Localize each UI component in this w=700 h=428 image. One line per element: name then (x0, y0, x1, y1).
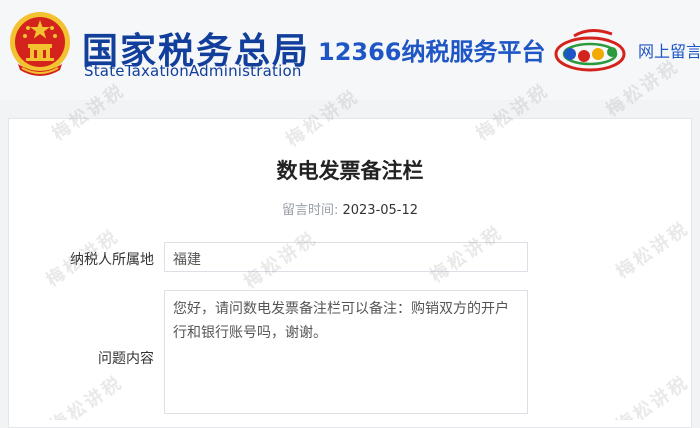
brand-name-en: StateTaxationAdministration (84, 62, 302, 80)
message-title: 数电发票备注栏 (276, 159, 424, 183)
region-field: 福建 (164, 242, 528, 272)
date-label: 留言时间: (281, 203, 339, 218)
question-label: 问题内容 (98, 351, 154, 367)
date-value: 2023-05-12 (342, 203, 419, 218)
national-emblem-icon (10, 12, 70, 76)
12366-logo-icon (554, 29, 626, 72)
region-label: 纳税人所属地 (70, 252, 154, 268)
message-date-row: 留言时间: 2023-05-12 (0, 199, 700, 218)
site-header: 国家税务总局 StateTaxationAdministration 12366… (0, 0, 700, 100)
question-content-field: 您好，请问数电发票备注栏可以备注：购销双方的开户行和银行账号吗，谢谢。 (164, 290, 528, 414)
platform-name: 12366纳税服务平台 (318, 38, 546, 66)
online-message-link[interactable]: 网上留言 (638, 38, 700, 62)
